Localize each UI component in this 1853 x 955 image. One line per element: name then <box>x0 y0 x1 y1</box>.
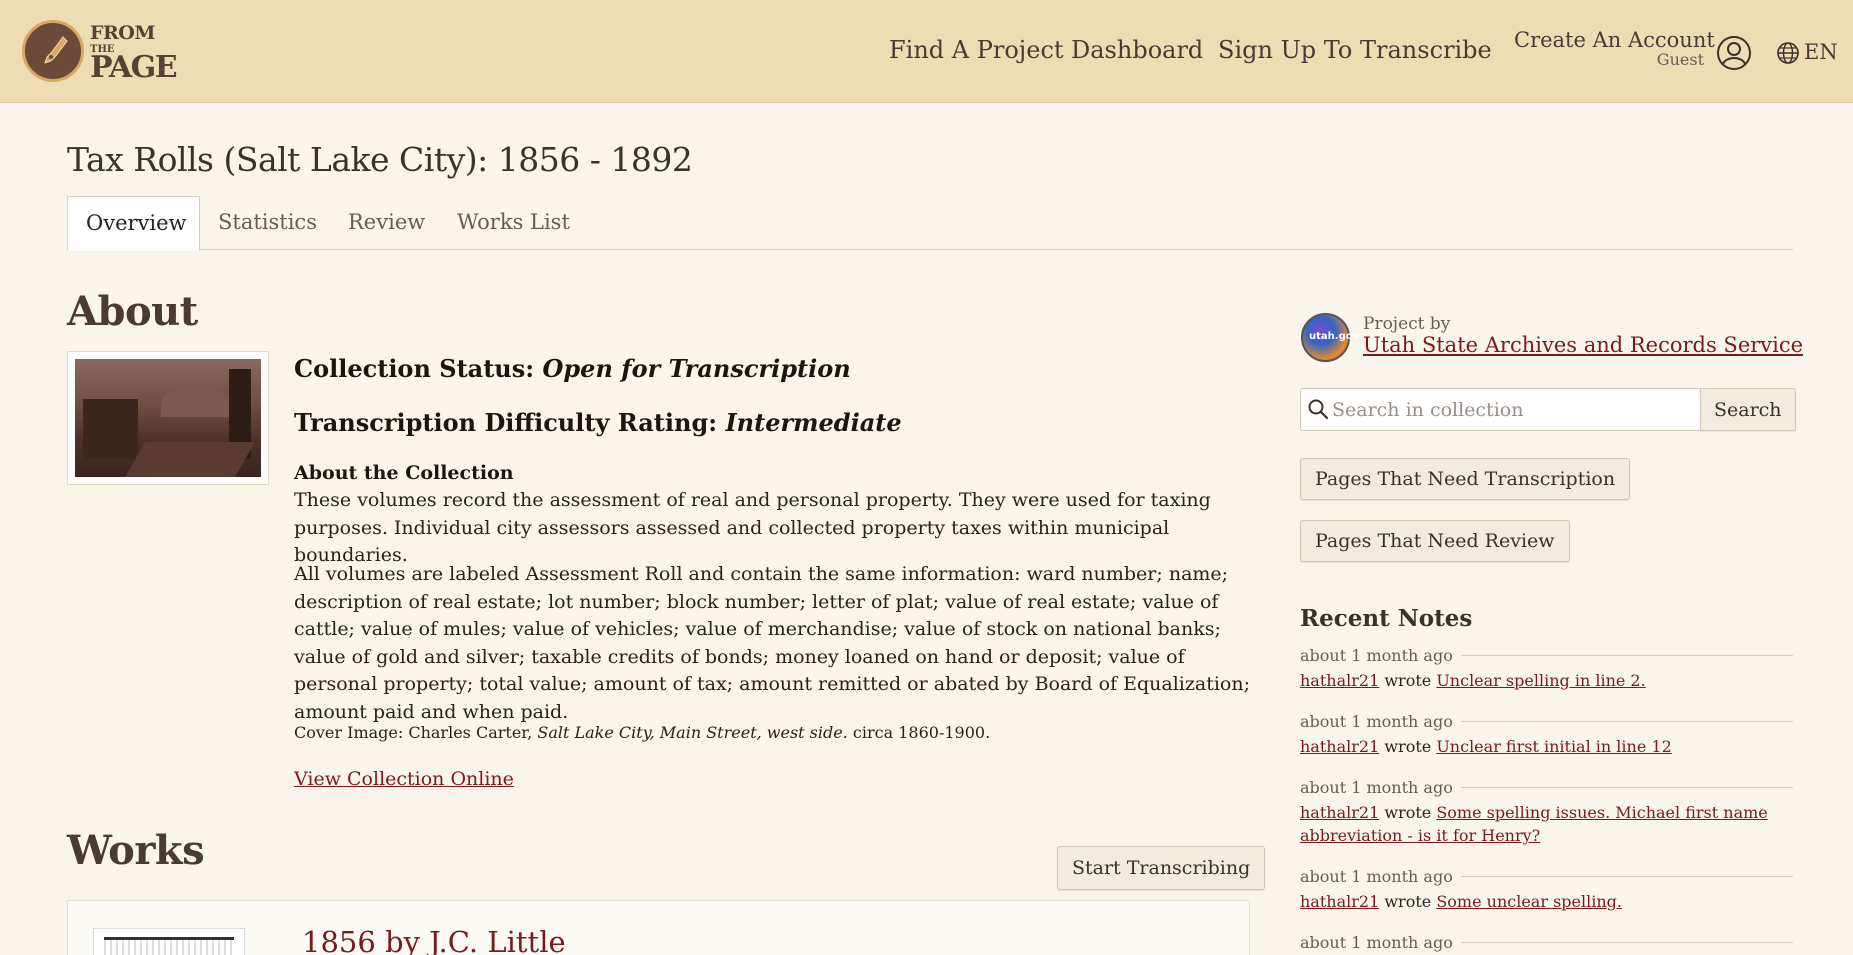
note-user-link[interactable]: hathalr21 <box>1300 892 1379 911</box>
tab-overview[interactable]: Overview <box>67 196 200 251</box>
page-title: Tax Rolls (Salt Lake City): 1856 - 1892 <box>67 140 693 179</box>
nav-sign-up[interactable]: Sign Up To Transcribe <box>1218 36 1492 64</box>
tab-review[interactable]: Review <box>330 196 443 250</box>
recent-note: about 1 month ago hathalr21 wrote Unclea… <box>1300 646 1793 692</box>
status-value: Open for Transcription <box>542 354 851 383</box>
pages-need-review-button[interactable]: Pages That Need Review <box>1300 520 1570 562</box>
work-card: 1856 by J.C. Little <box>67 900 1250 955</box>
view-collection-online-link[interactable]: View Collection Online <box>294 768 514 790</box>
search-button[interactable]: Search <box>1700 388 1796 431</box>
cover-credit: Cover Image: Charles Carter, Salt Lake C… <box>294 723 990 742</box>
pages-need-transcription-button[interactable]: Pages That Need Transcription <box>1300 458 1631 500</box>
tab-statistics[interactable]: Statistics <box>200 196 335 250</box>
note-user-link[interactable]: hathalr21 <box>1300 803 1379 822</box>
work-title-link[interactable]: 1856 by J.C. Little <box>302 925 566 955</box>
note-verb: wrote <box>1384 892 1432 911</box>
globe-icon[interactable] <box>1776 41 1800 65</box>
note-user-link[interactable]: hathalr21 <box>1300 671 1379 690</box>
note-time: about 1 month ago <box>1300 778 1793 797</box>
language-selector[interactable]: EN <box>1804 40 1838 64</box>
about-heading: About <box>67 288 198 335</box>
pen-nib-icon <box>22 20 84 82</box>
note-user-link[interactable]: hathalr21 <box>1300 737 1379 756</box>
note-text-link[interactable]: Unclear spelling in line 2. <box>1436 671 1645 690</box>
note-time: about 1 month ago <box>1300 712 1793 731</box>
tab-works-list[interactable]: Works List <box>439 196 588 250</box>
street-photo <box>75 359 261 477</box>
collection-status: Collection Status: Open for Transcriptio… <box>294 354 851 383</box>
note-body: hathalr21 wrote Some spelling issues. Mi… <box>1300 801 1793 847</box>
note-verb: wrote <box>1384 737 1432 756</box>
note-body: hathalr21 wrote Unclear first initial in… <box>1300 735 1793 758</box>
search-icon <box>1308 399 1329 420</box>
difficulty-label: Transcription Difficulty Rating: <box>294 408 718 437</box>
cover-credit-suffix: circa 1860-1900. <box>852 723 991 742</box>
note-text-link[interactable]: Some unclear spelling. <box>1436 892 1622 911</box>
note-time: about 1 month ago <box>1300 646 1793 665</box>
collection-description-1: These volumes record the assessment of r… <box>294 489 1211 566</box>
nav-dashboard[interactable]: Dashboard <box>1071 36 1203 64</box>
work-thumbnail[interactable] <box>93 928 245 955</box>
note-time: about 1 month ago <box>1300 933 1793 952</box>
search-input[interactable] <box>1332 389 1692 430</box>
collection-tabs: Overview Statistics Review Works List <box>67 196 1793 251</box>
project-owner-link[interactable]: Utah State Archives and Records Service <box>1363 333 1803 357</box>
account-menu[interactable]: Create An Account Guest <box>1514 28 1715 69</box>
logo-page: PAGE <box>90 50 178 85</box>
note-verb: wrote <box>1384 671 1432 690</box>
difficulty-rating: Transcription Difficulty Rating: Interme… <box>294 408 902 437</box>
note-body: hathalr21 wrote Unclear spelling in line… <box>1300 669 1793 692</box>
site-header: FROM THE PAGE Find A Project Dashboard S… <box>0 0 1853 103</box>
collection-description-2: All volumes are labeled Assessment Roll … <box>294 563 1250 723</box>
start-transcribing-button[interactable]: Start Transcribing <box>1057 846 1266 890</box>
difficulty-value: Intermediate <box>725 408 902 437</box>
logo-from: FROM <box>90 22 155 44</box>
note-time: about 1 month ago <box>1300 867 1793 886</box>
from-the-page-logo[interactable]: FROM THE PAGE <box>22 18 197 86</box>
recent-notes-heading: Recent Notes <box>1300 605 1473 632</box>
project-by-label: Project by <box>1363 314 1451 334</box>
nav-find-a-project[interactable]: Find A Project <box>889 36 1064 64</box>
cover-credit-title: Salt Lake City, Main Street, west side. <box>537 723 848 742</box>
project-owner-avatar[interactable]: utah.gov <box>1301 313 1359 362</box>
works-heading: Works <box>67 827 205 874</box>
note-verb: wrote <box>1384 803 1432 822</box>
note-body: hathalr21 wrote Some unclear spelling. <box>1300 890 1793 913</box>
guest-label: Guest <box>1656 50 1704 69</box>
recent-note: about 1 month ago hathalr21 wrote Unclea… <box>1300 712 1793 758</box>
status-label: Collection Status: <box>294 354 535 383</box>
recent-note: about 1 month ago <box>1300 933 1793 952</box>
cover-image <box>67 351 269 485</box>
avatar-text: utah.gov <box>1309 331 1360 342</box>
logo-text: FROM THE PAGE <box>90 22 178 85</box>
recent-note: about 1 month ago hathalr21 wrote Some s… <box>1300 778 1793 847</box>
user-icon[interactable] <box>1716 35 1752 71</box>
about-collection-heading: About the Collection <box>294 462 514 484</box>
recent-note: about 1 month ago hathalr21 wrote Some u… <box>1300 867 1793 913</box>
cover-credit-prefix: Cover Image: Charles Carter, <box>294 723 533 742</box>
create-account-link[interactable]: Create An Account <box>1514 28 1715 52</box>
note-text-link[interactable]: Unclear first initial in line 12 <box>1436 737 1671 756</box>
